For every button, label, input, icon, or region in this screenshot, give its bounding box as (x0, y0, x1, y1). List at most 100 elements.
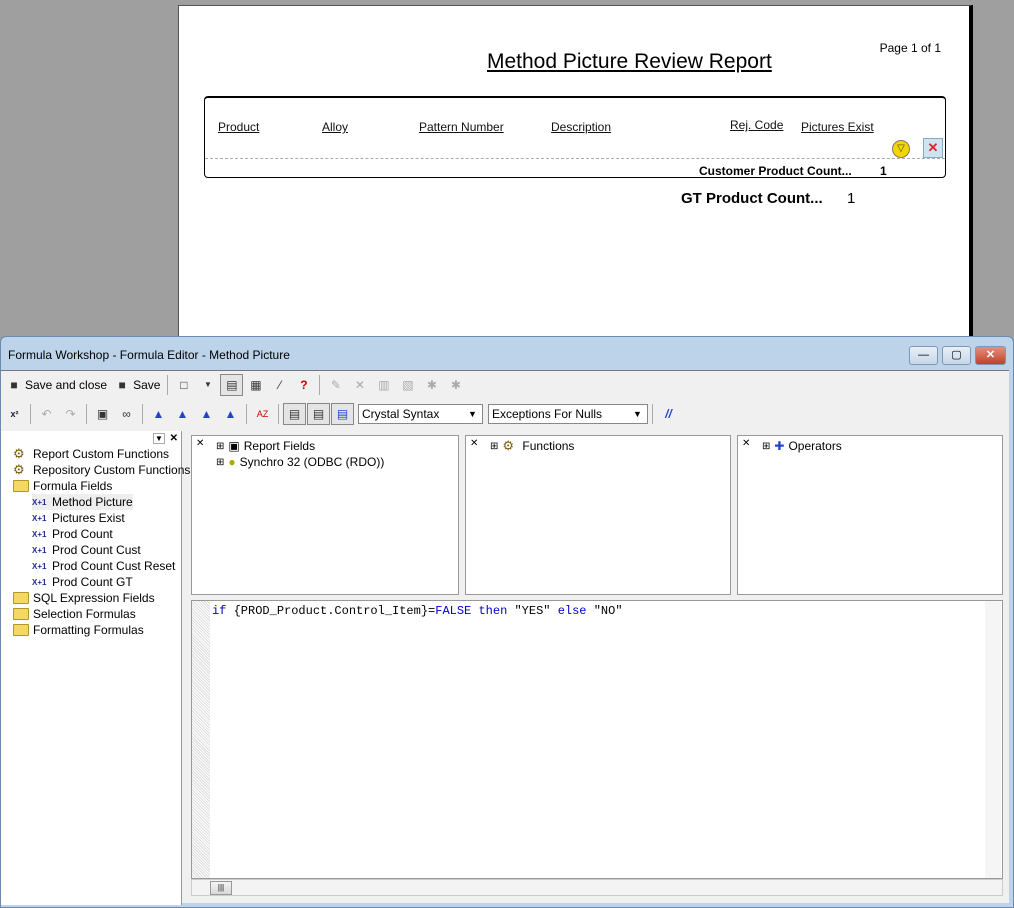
tree-item[interactable]: X+1 Prod Count GT (32, 574, 133, 590)
separator (30, 404, 31, 424)
separator (319, 375, 321, 395)
sort-trees-button[interactable]: AZ (251, 403, 274, 425)
toggle-fields-tree-button[interactable]: ▤ (283, 403, 306, 425)
delete-button[interactable]: ✕ (348, 374, 371, 396)
help-button[interactable]: ? (292, 374, 315, 396)
repository-icon: ▥ (378, 378, 390, 392)
minimize-button[interactable]: — (909, 346, 938, 365)
tree-item[interactable]: X+1 Prod Count (32, 526, 113, 542)
pane-close-icon[interactable]: ✕ (196, 438, 204, 449)
gear-button-2[interactable]: ✱ (444, 374, 467, 396)
expert-button[interactable]: ⁄ (268, 374, 291, 396)
tree-item[interactable]: SQL Expression Fields (13, 590, 155, 606)
prev-bookmark-icon: ▲ (200, 407, 213, 421)
col-pictures-exist[interactable]: Pictures Exist (801, 120, 874, 134)
undo-button[interactable]: ↶ (35, 403, 58, 425)
disconnect-button[interactable]: ▧ (396, 374, 419, 396)
col-alloy[interactable]: Alloy (322, 120, 348, 134)
functions-tree-item[interactable]: ⊞ ⚙ Functions (490, 438, 574, 454)
gear-icon: ⚙ (13, 462, 25, 477)
clear-bookmarks-button[interactable]: ▲ (219, 403, 242, 425)
separator (278, 404, 279, 424)
bookmark-toggle-button[interactable]: ▲ (147, 403, 170, 425)
null-handling-select[interactable]: Exceptions For Nulls ▼ (488, 404, 648, 424)
tree-item[interactable]: X+1 Pictures Exist (32, 510, 125, 526)
browse-data-button[interactable]: ▣ (91, 403, 114, 425)
new-dropdown[interactable]: ▼ (196, 374, 219, 396)
customer-count-label[interactable]: Customer Product Count... (699, 164, 852, 178)
gt-count-value[interactable]: 1 (847, 190, 855, 207)
chevron-down-icon: ▼ (468, 409, 477, 419)
find-button[interactable]: ∞ (115, 403, 138, 425)
tree-item-label: Operators (788, 439, 842, 453)
gear-icon: ⚙ (502, 438, 515, 453)
horizontal-scrollbar[interactable]: ||| (191, 879, 1003, 896)
col-rej-code[interactable]: Rej. Code (730, 118, 783, 132)
tree-item-label: Formula Fields (33, 479, 113, 493)
error-icon[interactable]: ✕ (923, 138, 943, 158)
redo-button[interactable]: ↷ (59, 403, 82, 425)
tree-item-selected[interactable]: X+1 Method Picture (32, 494, 133, 510)
save-button[interactable]: ■ Save (111, 374, 163, 396)
page-header-section[interactable]: Product Alloy Pattern Number Description… (204, 96, 946, 178)
col-description[interactable]: Description (551, 120, 611, 134)
tree-item[interactable]: Selection Formulas (13, 606, 136, 622)
pane-close-icon[interactable]: ✕ (470, 438, 478, 449)
fields-tree-item[interactable]: ⊞ ▣ Report Fields (216, 438, 315, 454)
tree-item[interactable]: Formula Fields (13, 478, 112, 494)
toggle-operators-tree-button[interactable]: ▤ (331, 403, 354, 425)
toggle-functions-tree-button[interactable]: ▤ (307, 403, 330, 425)
tree-item[interactable]: ⚙ Repository Custom Functions (13, 462, 190, 478)
check-button[interactable]: x² (3, 403, 26, 425)
maximize-button[interactable]: ▢ (942, 346, 971, 365)
warning-icon[interactable]: ▽ (892, 140, 910, 158)
new-button[interactable]: □ (172, 374, 195, 396)
redo-icon: ↷ (65, 407, 76, 421)
formula-icon: X+1 (32, 577, 47, 587)
formula-code[interactable]: if {PROD_Product.Control_Item}=FALSE the… (212, 604, 623, 618)
gt-count-label[interactable]: GT Product Count... (681, 190, 823, 207)
editor-gutter (192, 601, 210, 878)
toggle-tree-button[interactable]: ▤ (220, 374, 244, 396)
tree-item[interactable]: ⚙ Report Custom Functions (13, 446, 169, 462)
next-bookmark-button[interactable]: ▲ (171, 403, 194, 425)
tree-item[interactable]: X+1 Prod Count Cust (32, 542, 141, 558)
tree-item[interactable]: X+1 Prod Count Cust Reset (32, 558, 175, 574)
functions-tree-icon: ▤ (312, 407, 325, 421)
tree-item[interactable]: Formatting Formulas (13, 622, 144, 638)
properties-button[interactable]: ▦ (244, 374, 267, 396)
save-and-close-button[interactable]: ■ Save and close (3, 374, 110, 396)
tree-dropdown-button[interactable]: ▼ (153, 433, 165, 444)
pane-close-icon[interactable]: ✕ (742, 438, 750, 449)
fields-pane: ✕ ⊞ ▣ Report Fields ⊞ ● Synchro 32 (ODBC (RD… (191, 435, 459, 595)
new-document-icon: □ (180, 378, 188, 392)
report-page: Page 1 of 1 Method Picture Review Report… (178, 5, 973, 340)
vertical-scrollbar[interactable] (985, 601, 1001, 878)
formula-text-editor[interactable]: if {PROD_Product.Control_Item}=FALSE the… (191, 600, 1003, 879)
comment-button[interactable]: // (657, 403, 680, 425)
prev-bookmark-button[interactable]: ▲ (195, 403, 218, 425)
add-to-repository-button[interactable]: ▥ (372, 374, 395, 396)
close-button[interactable]: ✕ (975, 346, 1006, 365)
gear-icon: ✱ (426, 378, 437, 392)
gear-button-1[interactable]: ✱ (420, 374, 443, 396)
tree-close-button[interactable]: ✕ (170, 433, 178, 444)
fields-tree-item[interactable]: ⊞ ● Synchro 32 (ODBC (RDO)) (216, 454, 384, 470)
fields-tree-icon: ▤ (288, 407, 301, 421)
col-pattern-number[interactable]: Pattern Number (419, 120, 504, 134)
separator (167, 375, 169, 395)
syntax-select[interactable]: Crystal Syntax ▼ (358, 404, 483, 424)
tree-item-label: Functions (522, 439, 575, 453)
operators-tree-item[interactable]: ⊞ ✚ Operators (762, 438, 842, 454)
col-product[interactable]: Product (218, 120, 259, 134)
scrollbar-thumb[interactable]: ||| (210, 881, 232, 895)
workshop-tree: ▼ ✕ ⚙ Report Custom Functions ⚙ Repository… (1, 431, 190, 905)
comment-icon: // (665, 407, 672, 421)
separator (246, 404, 247, 424)
tree-item-label: Synchro 32 (ODBC (RDO)) (239, 455, 385, 469)
check-formula-icon: x² (10, 409, 19, 419)
tree-item-label: Repository Custom Functions (33, 463, 191, 477)
customer-count-value[interactable]: 1 (880, 164, 887, 178)
rename-button[interactable]: ✎ (324, 374, 347, 396)
null-handling-value: Exceptions For Nulls (492, 407, 603, 421)
